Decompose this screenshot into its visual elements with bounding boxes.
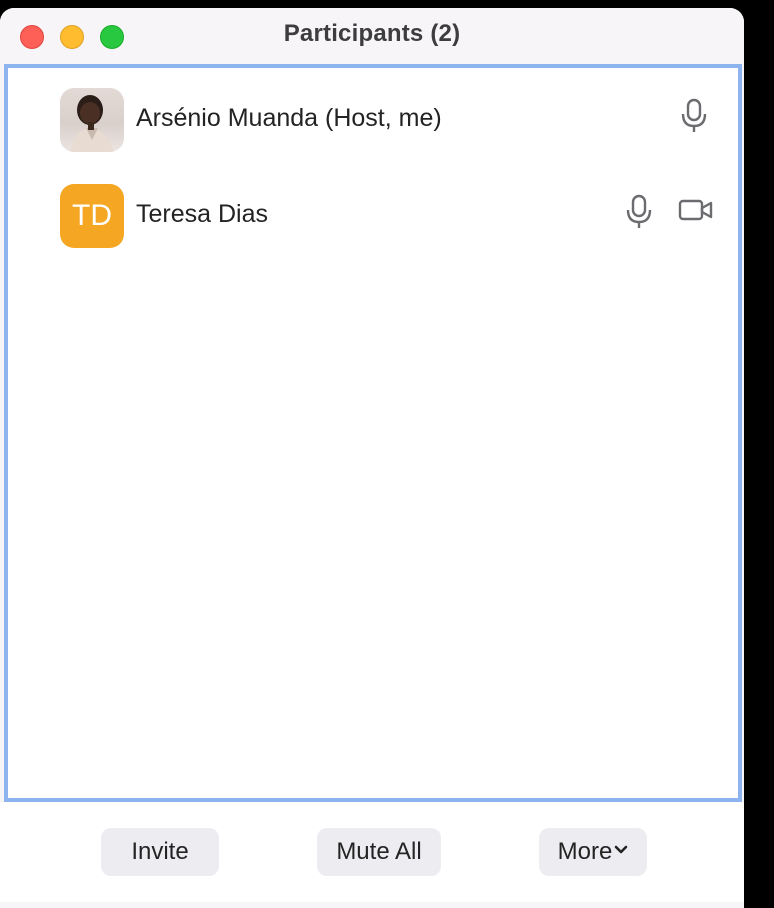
title-bar: Participants (2) bbox=[0, 8, 744, 64]
participants-list[interactable]: Arsénio Muanda (Host, me) TD Teresa Dias bbox=[4, 64, 742, 802]
more-label: More bbox=[557, 838, 613, 865]
participant-name: Teresa Dias bbox=[136, 200, 268, 228]
microphone-icon[interactable] bbox=[625, 194, 653, 230]
more-button[interactable]: More bbox=[539, 828, 647, 876]
invite-button[interactable]: Invite bbox=[101, 828, 219, 876]
window-title: Participants (2) bbox=[283, 20, 461, 47]
chevron-down-icon bbox=[615, 845, 628, 853]
mute-all-button[interactable]: Mute All bbox=[317, 828, 441, 876]
microphone-icon[interactable] bbox=[680, 98, 708, 134]
avatar: TD bbox=[60, 184, 124, 248]
footer-toolbar: Invite Mute All More bbox=[0, 802, 744, 902]
participant-name: Arsénio Muanda (Host, me) bbox=[136, 104, 442, 132]
avatar bbox=[60, 88, 124, 152]
video-camera-icon[interactable] bbox=[678, 198, 714, 224]
participant-row[interactable]: Arsénio Muanda (Host, me) bbox=[8, 84, 738, 164]
participant-row[interactable]: TD Teresa Dias bbox=[8, 180, 738, 260]
avatar-photo-icon bbox=[70, 95, 114, 152]
participants-window: Participants (2) Arsénio Muanda (Host, m… bbox=[0, 8, 744, 908]
